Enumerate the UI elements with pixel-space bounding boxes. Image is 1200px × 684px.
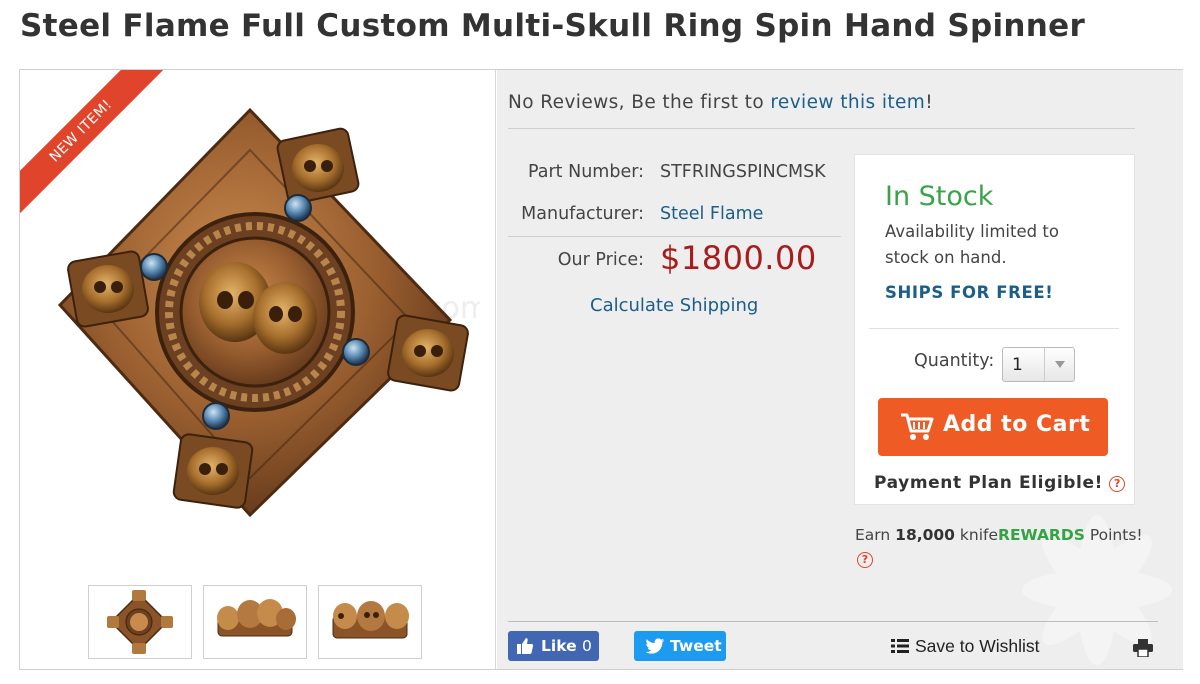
quantity-label: Quantity: [914, 351, 995, 371]
cart-icon [901, 413, 934, 440]
like-label: Like [541, 637, 577, 655]
divider [508, 128, 1135, 129]
save-to-wishlist-button[interactable]: Save to Wishlist [891, 636, 1039, 657]
divider [508, 236, 841, 237]
list-icon [891, 639, 909, 653]
rewards-brand: REWARDS [998, 526, 1085, 544]
product-panel: com [19, 69, 1183, 670]
tweet-button[interactable]: Tweet [634, 631, 726, 661]
divider [508, 621, 1158, 622]
part-number-label: Part Number: [528, 162, 644, 182]
quantity-value: 1 [1012, 355, 1023, 375]
add-to-cart-label: Add to Cart [943, 412, 1091, 437]
rewards-points: 18,000 [895, 526, 955, 544]
payment-plan-label: Payment Plan Eligible! ? [874, 473, 1126, 493]
manufacturer-link[interactable]: Steel Flame [660, 204, 763, 224]
help-icon[interactable]: ? [1109, 476, 1126, 492]
thumbs-up-icon [517, 638, 534, 654]
add-to-cart-button[interactable]: Add to Cart [878, 398, 1108, 456]
purchase-box: In Stock Availability limited to stock o… [854, 154, 1135, 505]
tweet-label: Tweet [670, 637, 722, 655]
thumbnail-3[interactable] [318, 585, 422, 659]
wishlist-label: Save to Wishlist [915, 636, 1040, 656]
facebook-like-button[interactable]: Like 0 [508, 631, 599, 661]
thumbnail-1[interactable] [88, 585, 192, 659]
like-count: 0 [582, 637, 592, 655]
free-shipping-label: SHIPS FOR FREE! [885, 283, 1054, 302]
price-label: Our Price: [557, 250, 644, 270]
new-item-ribbon: NEW ITEM! [20, 70, 170, 220]
stock-status: In Stock [885, 181, 994, 212]
calculate-shipping-link[interactable]: Calculate Shipping [590, 295, 758, 316]
image-gallery: com [20, 70, 496, 669]
product-title: Steel Flame Full Custom Multi-Skull Ring… [20, 8, 1086, 44]
review-link[interactable]: review this item [770, 92, 925, 113]
print-icon[interactable] [1133, 639, 1153, 657]
part-number-value: STFRINGSPINCMSK [660, 162, 826, 182]
twitter-bird-icon [645, 638, 665, 654]
price-value: $1800.00 [660, 239, 817, 277]
availability-note: Availability limited to stock on hand. [885, 222, 1059, 267]
ribbon-label: NEW ITEM! [20, 70, 166, 216]
reviews-summary: No Reviews, Be the first to review this … [508, 92, 934, 113]
divider [869, 328, 1119, 329]
thumbnail-2[interactable] [203, 585, 307, 659]
quantity-select[interactable]: 1 [1002, 347, 1075, 382]
rewards-note: Earn 18,000 knifeREWARDS Points! [855, 526, 1143, 544]
product-info: No Reviews, Be the first to review this … [497, 70, 1183, 669]
dropdown-arrow-icon [1044, 348, 1074, 381]
help-icon[interactable]: ? [857, 552, 873, 568]
manufacturer-label: Manufacturer: [521, 204, 644, 224]
